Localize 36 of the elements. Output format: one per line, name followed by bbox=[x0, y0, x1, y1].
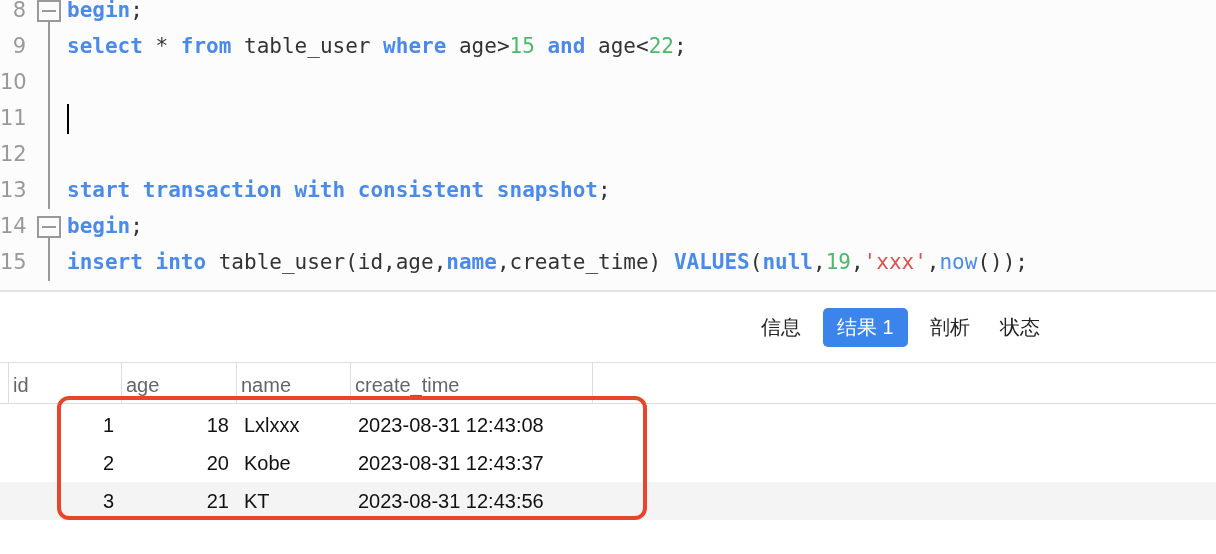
fold-toggle-icon[interactable] bbox=[37, 216, 61, 238]
line-number: 10 bbox=[0, 69, 26, 97]
table-cell-text: 1 bbox=[101, 413, 115, 438]
table-cell-text: 2023-08-31 12:43:08 bbox=[357, 413, 545, 438]
tab[interactable]: 结果 1 bbox=[823, 307, 908, 347]
column-header[interactable]: name bbox=[237, 363, 351, 403]
column-header[interactable]: id bbox=[9, 363, 122, 403]
table-cell-text: 20 bbox=[205, 451, 230, 476]
column-header[interactable]: age bbox=[122, 363, 237, 403]
column-header[interactable]: create_time bbox=[351, 363, 593, 403]
code-line: begin; bbox=[67, 213, 143, 241]
tab[interactable]: 状态 bbox=[985, 307, 1054, 347]
code-editor[interactable] bbox=[0, 0, 1216, 292]
table-cell-text: 2 bbox=[101, 451, 115, 476]
line-number: 13 bbox=[0, 177, 26, 205]
code-line: select * from table_user where age>15 and age<22; bbox=[67, 33, 687, 61]
code-line: insert into table_user(id,age,name,create_time) VALUES(null,19,'xxx',now()); bbox=[67, 249, 1028, 277]
code-line: begin; bbox=[67, 0, 143, 25]
table-cell-text: 2023-08-31 12:43:56 bbox=[357, 489, 545, 514]
table-cell-text: 2023-08-31 12:43:37 bbox=[357, 451, 545, 476]
fold-toggle-icon[interactable] bbox=[37, 0, 61, 22]
line-number: 9 bbox=[11, 33, 26, 61]
table-cell-text: KT bbox=[243, 489, 271, 514]
table-cell-text: 21 bbox=[205, 489, 230, 514]
table-cell-text: 3 bbox=[101, 489, 115, 514]
table-cell-text: 18 bbox=[205, 413, 230, 438]
table-cell-text: Kobe bbox=[243, 451, 292, 476]
line-number: 11 bbox=[0, 105, 26, 133]
line-number: 15 bbox=[0, 249, 26, 277]
line-number: 12 bbox=[0, 141, 26, 169]
code-line: start transaction with consistent snapshot; bbox=[67, 177, 611, 205]
line-number: 8 bbox=[11, 0, 26, 25]
line-number: 14 bbox=[0, 213, 26, 241]
tab[interactable]: 信息 bbox=[747, 307, 815, 347]
tab[interactable]: 剖析 bbox=[915, 307, 984, 347]
table-cell-text: Lxlxxx bbox=[243, 413, 301, 438]
